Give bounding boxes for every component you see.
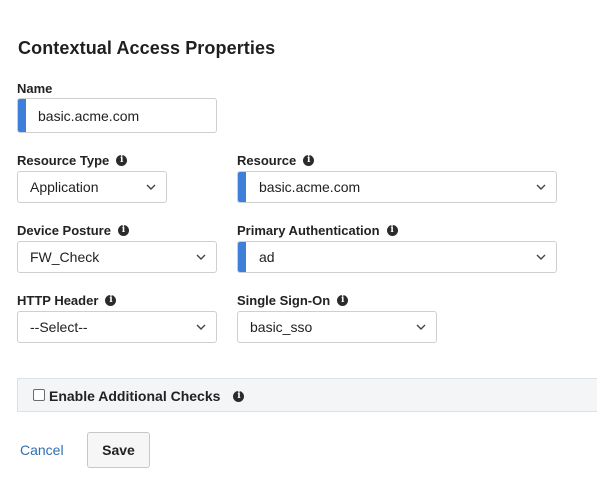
required-indicator: [238, 172, 246, 202]
primary-authentication-value: ad: [259, 249, 275, 265]
primary-authentication-select[interactable]: ad: [237, 241, 557, 273]
info-icon[interactable]: i: [233, 390, 245, 402]
info-icon[interactable]: i: [117, 225, 129, 236]
resource-type-select[interactable]: Application: [17, 171, 167, 203]
name-input[interactable]: basic.acme.com: [17, 98, 217, 133]
chevron-down-icon: [536, 254, 546, 260]
enable-additional-checks-label-text: Enable Additional Checks: [49, 388, 221, 404]
save-button[interactable]: Save: [87, 432, 150, 468]
primary-authentication-label: Primary Authentication i: [237, 223, 398, 238]
single-sign-on-select[interactable]: basic_sso: [237, 311, 437, 343]
primary-authentication-label-text: Primary Authentication: [237, 223, 380, 238]
device-posture-value: FW_Check: [30, 249, 100, 265]
http-header-select[interactable]: --Select--: [17, 311, 217, 343]
name-label: Name: [17, 81, 52, 96]
info-icon[interactable]: i: [105, 295, 117, 306]
info-icon[interactable]: i: [337, 295, 349, 306]
single-sign-on-label: Single Sign-On i: [237, 293, 349, 308]
cancel-link[interactable]: Cancel: [20, 442, 64, 458]
resource-select[interactable]: basic.acme.com: [237, 171, 557, 203]
resource-value: basic.acme.com: [259, 179, 361, 195]
info-icon[interactable]: i: [116, 155, 128, 166]
enable-additional-checks-checkbox[interactable]: [33, 389, 45, 401]
info-icon[interactable]: i: [386, 225, 398, 236]
single-sign-on-value: basic_sso: [250, 319, 313, 335]
name-input-value: basic.acme.com: [38, 107, 140, 124]
required-indicator: [238, 242, 246, 272]
resource-label-text: Resource: [237, 153, 297, 168]
single-sign-on-label-text: Single Sign-On: [237, 293, 331, 308]
device-posture-select[interactable]: FW_Check: [17, 241, 217, 273]
resource-type-value: Application: [30, 179, 99, 195]
additional-checks-panel: Enable Additional Checks i: [17, 378, 597, 412]
http-header-value: --Select--: [30, 319, 88, 335]
page-title: Contextual Access Properties: [18, 38, 276, 58]
chevron-down-icon: [196, 324, 206, 330]
chevron-down-icon: [146, 184, 156, 190]
info-icon[interactable]: i: [303, 155, 315, 166]
enable-additional-checks-label[interactable]: Enable Additional Checks i: [49, 388, 245, 404]
resource-type-label-text: Resource Type: [17, 153, 110, 168]
chevron-down-icon: [416, 324, 426, 330]
required-indicator: [18, 99, 26, 132]
chevron-down-icon: [196, 254, 206, 260]
resource-type-label: Resource Type i: [17, 153, 128, 168]
resource-label: Resource i: [237, 153, 315, 168]
http-header-label-text: HTTP Header: [17, 293, 99, 308]
device-posture-label-text: Device Posture: [17, 223, 111, 238]
chevron-down-icon: [536, 184, 546, 190]
device-posture-label: Device Posture i: [17, 223, 129, 238]
http-header-label: HTTP Header i: [17, 293, 117, 308]
name-label-text: Name: [17, 81, 53, 96]
